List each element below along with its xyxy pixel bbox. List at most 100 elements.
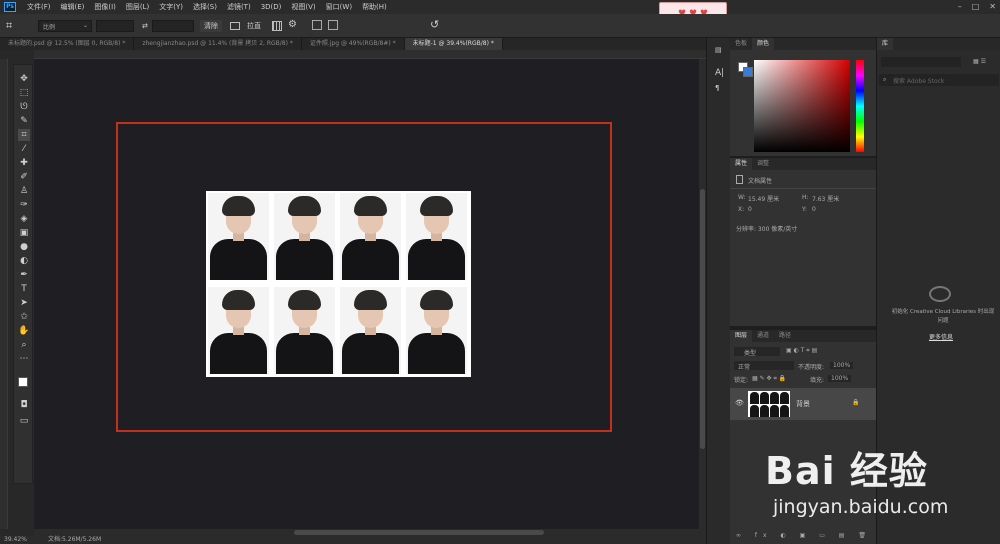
- maximize-icon[interactable]: □: [972, 2, 980, 11]
- clear-button[interactable]: 清除: [200, 20, 222, 32]
- tab-doc-2[interactable]: zhengjianzhao.psd @ 11.4% (背景 拷贝 2, RGB/…: [134, 38, 302, 50]
- h-value[interactable]: 7.63 厘米: [812, 194, 839, 203]
- gradient-tool-icon[interactable]: ▣: [18, 227, 30, 239]
- tab-doc-active[interactable]: 未标题-1 @ 39.4%(RGB/8) *: [404, 38, 503, 50]
- tab-doc-3[interactable]: 证件照.jpg @ 49%(RGB/8#) *: [302, 38, 405, 50]
- more-info-link[interactable]: 更多信息: [929, 332, 953, 341]
- menu-window[interactable]: 窗口(W): [321, 2, 357, 12]
- grid-overlay-icon[interactable]: [272, 21, 282, 31]
- blend-mode-select[interactable]: 正常: [734, 361, 794, 371]
- minimize-icon[interactable]: –: [958, 2, 962, 11]
- tab-layers[interactable]: 图层: [730, 330, 753, 342]
- tab-swatches[interactable]: 色板: [730, 38, 752, 50]
- swap-icon[interactable]: ⇄: [138, 20, 152, 32]
- menu-filter[interactable]: 滤镜(T): [222, 2, 256, 12]
- library-select[interactable]: [881, 57, 961, 67]
- y-value[interactable]: 0: [812, 206, 816, 213]
- move-tool-icon[interactable]: ✥: [18, 73, 30, 85]
- menu-file[interactable]: 文件(F): [22, 2, 56, 12]
- id-photo: [406, 287, 467, 374]
- eraser-tool-icon[interactable]: ◈: [18, 213, 30, 225]
- tab-adjustments[interactable]: 调整: [752, 158, 774, 170]
- width-field[interactable]: [96, 20, 134, 32]
- zoom-level[interactable]: 39.42%: [4, 536, 27, 544]
- menu-select[interactable]: 选择(S): [188, 2, 222, 12]
- vertical-scroll-thumb[interactable]: [700, 189, 705, 449]
- foreground-color-swatch[interactable]: [18, 377, 28, 387]
- opacity-value[interactable]: 100%: [830, 362, 854, 369]
- hand-tool-icon[interactable]: ✋: [18, 325, 30, 337]
- straighten-icon[interactable]: [230, 22, 240, 30]
- type-tool-icon[interactable]: T: [18, 283, 30, 295]
- hue-slider[interactable]: [856, 60, 864, 152]
- menu-edit[interactable]: 编辑(E): [56, 2, 90, 12]
- lasso-tool-icon[interactable]: ᘎ: [18, 101, 30, 113]
- tab-properties[interactable]: 属性: [730, 158, 753, 170]
- portrait-hair: [222, 196, 255, 216]
- status-bar: 39.42% 文档:5.26M/5.26M: [0, 536, 706, 544]
- tab-color[interactable]: 颜色: [752, 38, 775, 50]
- quick-mask-icon[interactable]: ◘: [18, 399, 30, 411]
- path-select-icon[interactable]: ➤: [18, 297, 30, 309]
- view-toggle-icons[interactable]: ▦ ☰: [973, 58, 986, 65]
- w-value[interactable]: 15.49 厘米: [748, 194, 779, 203]
- content-aware-icon[interactable]: [328, 20, 338, 30]
- shape-tool-icon[interactable]: ✩: [18, 311, 30, 323]
- layer-actions[interactable]: ∞ fx ◐ ▣ ▭ ▤ 🗑: [736, 532, 872, 539]
- history-brush-icon[interactable]: ✑: [18, 199, 30, 211]
- delete-cropped-icon[interactable]: [312, 20, 322, 30]
- menu-view[interactable]: 视图(V): [286, 2, 320, 12]
- stock-search-input[interactable]: ⌕ 搜索 Adobe Stock: [879, 74, 999, 86]
- pen-tool-icon[interactable]: ✒: [18, 269, 30, 281]
- menu-type[interactable]: 文字(Y): [154, 2, 188, 12]
- height-field[interactable]: [152, 20, 194, 32]
- thumbnail-figure: [770, 392, 779, 404]
- straighten-button[interactable]: 拉直: [243, 20, 265, 32]
- layer-name[interactable]: 背景: [796, 399, 810, 409]
- reset-icon[interactable]: ↺: [430, 18, 439, 31]
- dodge-tool-icon[interactable]: ◐: [18, 255, 30, 267]
- tab-paths[interactable]: 路径: [774, 330, 796, 342]
- blur-tool-icon[interactable]: ●: [18, 241, 30, 253]
- fill-value[interactable]: 100%: [828, 375, 852, 382]
- zoom-tool-icon[interactable]: ⌕: [18, 339, 30, 351]
- tab-channels[interactable]: 通道: [752, 330, 774, 342]
- gear-icon[interactable]: ⚙: [288, 19, 297, 30]
- healing-tool-icon[interactable]: ✚: [18, 157, 30, 169]
- canvas-area[interactable]: [34, 59, 706, 529]
- screen-mode-icon[interactable]: ▭: [18, 415, 30, 427]
- thumbnail-figure: [750, 392, 759, 404]
- horizontal-scrollbar[interactable]: [34, 529, 706, 536]
- menu-help[interactable]: 帮助(H): [357, 2, 392, 12]
- menu-image[interactable]: 图像(I): [89, 2, 121, 12]
- brush-tool-icon[interactable]: ✐: [18, 171, 30, 183]
- crop-icon[interactable]: ⌗: [6, 19, 20, 33]
- horizontal-scroll-thumb[interactable]: [294, 530, 544, 535]
- character-icon[interactable]: A|: [715, 68, 724, 78]
- color-spectrum[interactable]: [754, 60, 850, 152]
- tab-libraries[interactable]: 库: [877, 38, 894, 50]
- eye-icon[interactable]: 👁: [735, 399, 744, 407]
- history-icon[interactable]: ▤: [715, 46, 722, 54]
- marquee-tool-icon[interactable]: ⬚: [18, 87, 30, 99]
- filter-icons[interactable]: ▣ ◐ T ⌗ ▤: [786, 347, 817, 355]
- more-tools-icon[interactable]: ⋯: [18, 353, 30, 365]
- menu-layer[interactable]: 图层(L): [121, 2, 154, 12]
- background-swatch[interactable]: [743, 67, 753, 77]
- eyedropper-tool-icon[interactable]: ⁄: [18, 143, 30, 155]
- quick-select-tool-icon[interactable]: ✎: [18, 115, 30, 127]
- search-icon: ⌕: [883, 76, 887, 83]
- close-icon[interactable]: ✕: [989, 2, 996, 11]
- paragraph-icon[interactable]: ¶: [715, 84, 719, 92]
- tab-doc-1[interactable]: 未标题的.psd @ 12.5% (图层 0, RGB/8) *: [0, 38, 135, 50]
- kind-filter-select[interactable]: 类型: [734, 347, 780, 357]
- layer-row[interactable]: 👁 背景 🔒: [730, 388, 876, 420]
- x-value[interactable]: 0: [748, 206, 752, 213]
- crop-tool-icon[interactable]: ⌗: [18, 129, 30, 141]
- ratio-select[interactable]: 比例 ⌄: [38, 20, 92, 32]
- x-label: X:: [738, 206, 745, 213]
- vertical-scrollbar[interactable]: [699, 59, 706, 529]
- lock-icons[interactable]: ▦ ✎ ✥ ⌗ 🔒: [752, 375, 786, 383]
- stamp-tool-icon[interactable]: ♙: [18, 185, 30, 197]
- menu-3d[interactable]: 3D(D): [256, 3, 287, 11]
